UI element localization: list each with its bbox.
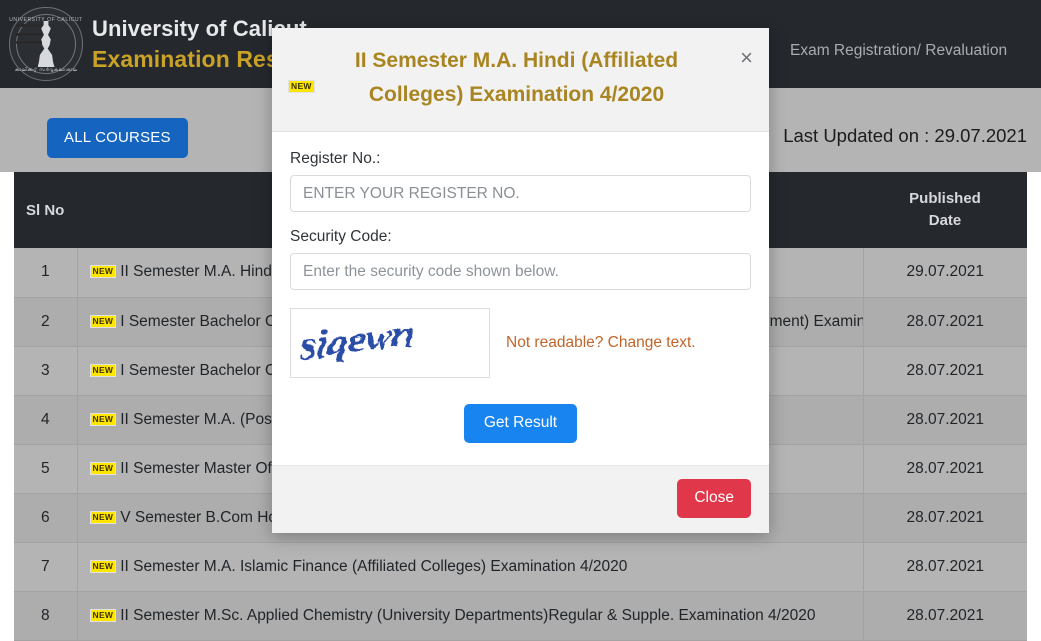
hamburger-menu-icon[interactable] xyxy=(16,24,42,44)
university-logo: UNIVERSITY OF CALICUT കാലിക്കറ്റ് സർവ്വക… xyxy=(0,0,92,88)
modal-title: II Semester M.A. Hindi (Affiliated Colle… xyxy=(354,49,679,106)
new-badge-icon: NEW xyxy=(89,265,117,279)
hamburger-line xyxy=(16,32,42,36)
get-result-button[interactable]: Get Result xyxy=(463,404,578,443)
register-no-label: Register No.: xyxy=(290,150,381,167)
new-badge-icon: NEW xyxy=(89,363,117,377)
security-code-label: Security Code: xyxy=(290,228,392,245)
cell-exam-name[interactable]: NEW II Semester M.A. Islamic Finance (Aff… xyxy=(77,542,864,592)
cell-sl-no: 1 xyxy=(14,248,78,298)
university-seal-icon: UNIVERSITY OF CALICUT കാലിക്കറ്റ് സർവ്വക… xyxy=(9,7,83,81)
published-line1: Published xyxy=(909,190,981,207)
all-courses-button[interactable]: ALL COURSES xyxy=(47,118,188,158)
submit-row: Get Result xyxy=(290,404,751,443)
table-row[interactable]: 8 NEW II Semester M.Sc. Applied Chemistry … xyxy=(14,591,1027,641)
new-badge-icon: NEW xyxy=(89,314,117,328)
close-button[interactable]: Close xyxy=(677,479,751,518)
cell-sl-no: 7 xyxy=(14,542,78,592)
new-badge-icon: NEW xyxy=(89,461,117,475)
last-updated-label: Last Updated on : 29.07.2021 xyxy=(783,125,1027,146)
exam-name-label: II Semester M.A. Islamic Finance (Affili… xyxy=(120,557,628,575)
cell-published-date: 28.07.2021 xyxy=(863,591,1027,641)
captcha-svg: siqewn xyxy=(298,310,412,367)
modal-footer: Close xyxy=(272,465,769,533)
nav-exam-registration-revaluation[interactable]: Exam Registration/ Revaluation xyxy=(790,42,1007,60)
exam-name-label: II Semester M.Sc. Applied Chemistry (Uni… xyxy=(120,606,816,624)
result-lookup-modal: NEW II Semester M.A. Hindi (Affiliated C… xyxy=(272,28,769,533)
new-badge-icon: NEW xyxy=(89,412,117,426)
cell-published-date: 28.07.2021 xyxy=(863,297,1027,347)
cell-published-date: 29.07.2021 xyxy=(863,248,1027,298)
close-icon[interactable]: × xyxy=(740,47,753,69)
svg-text:siqewn: siqewn xyxy=(298,310,412,367)
captcha-image: siqewn xyxy=(290,308,490,378)
hamburger-line xyxy=(16,24,42,27)
new-badge-icon: NEW xyxy=(89,559,117,573)
captcha-row: siqewn Not readable? Change text. xyxy=(290,308,751,378)
new-badge-icon: NEW xyxy=(89,608,117,622)
cell-published-date: 28.07.2021 xyxy=(863,493,1027,543)
cell-sl-no: 3 xyxy=(14,346,78,396)
cell-sl-no: 2 xyxy=(14,297,78,347)
cell-exam-name[interactable]: NEW II Semester M.Sc. Applied Chemistry (… xyxy=(77,591,864,641)
cell-published-date: 28.07.2021 xyxy=(863,346,1027,396)
column-header-published-date: Published Date xyxy=(863,172,1027,248)
cell-published-date: 28.07.2021 xyxy=(863,542,1027,592)
seal-bottom-text: കാലിക്കറ്റ് സർവ്വകലാശാല xyxy=(14,67,78,72)
hamburger-line xyxy=(16,41,42,44)
new-badge-icon: NEW xyxy=(288,80,315,93)
column-header-sl-no: Sl No xyxy=(14,172,77,248)
cell-sl-no: 4 xyxy=(14,395,78,445)
published-line2: Date xyxy=(928,212,962,229)
cell-published-date: 28.07.2021 xyxy=(863,444,1027,494)
cell-sl-no: 6 xyxy=(14,493,78,543)
new-badge-icon: NEW xyxy=(89,510,117,524)
modal-body: Register No.: Security Code: siqewn xyxy=(272,132,769,465)
cell-sl-no: 5 xyxy=(14,444,78,494)
modal-header: NEW II Semester M.A. Hindi (Affiliated C… xyxy=(272,28,769,132)
table-row[interactable]: 7 NEW II Semester M.A. Islamic Finance (Af… xyxy=(14,542,1027,592)
register-no-input[interactable] xyxy=(290,175,751,212)
cell-sl-no: 8 xyxy=(14,591,78,641)
captcha-refresh-link[interactable]: Not readable? Change text. xyxy=(506,334,696,352)
cell-published-date: 28.07.2021 xyxy=(863,395,1027,445)
security-code-input[interactable] xyxy=(290,253,751,290)
